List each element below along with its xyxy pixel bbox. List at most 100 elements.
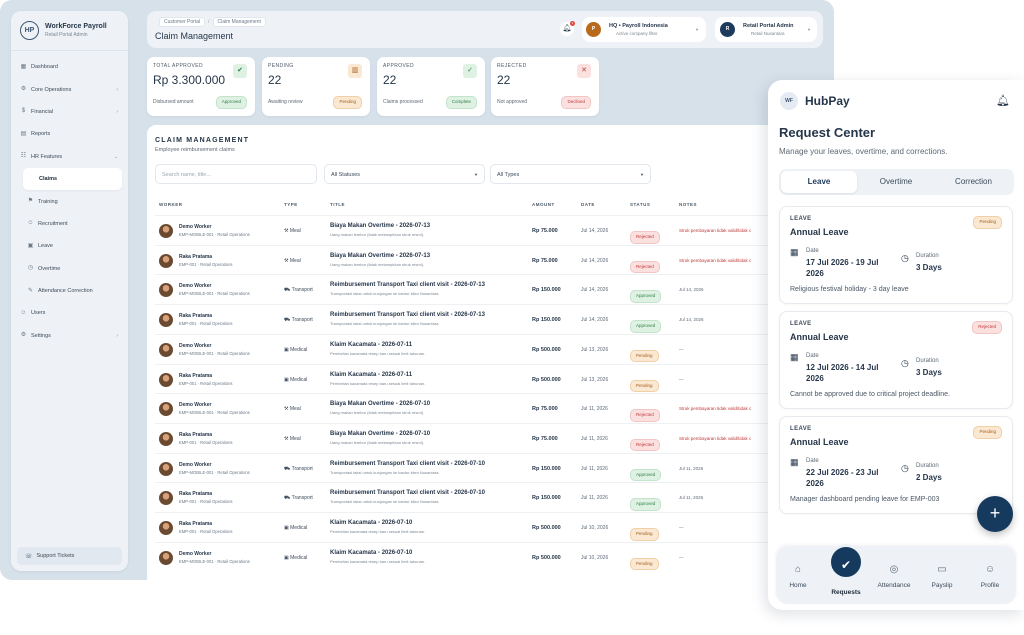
claim-amount: Rp 75.000 <box>532 228 558 234</box>
worker-name: Demo Worker <box>179 283 212 290</box>
search-input[interactable]: Search name, title... <box>155 164 317 184</box>
claim-type-label: Medical <box>290 346 308 353</box>
sidebar-item-claims[interactable]: Claims <box>23 167 122 191</box>
claim-date: Jul 11, 2026 <box>581 495 608 502</box>
date-label: Date <box>806 353 819 359</box>
table-row[interactable]: Demo Worker EMP-MOBILE-001 · Retail Opera… <box>155 452 834 483</box>
bottom-nav-requests[interactable]: ✔ Requests <box>823 544 869 596</box>
sidebar-item-overtime[interactable]: ◷ Overtime <box>11 258 128 280</box>
claim-description: Pembelian kacamata resep baru sesuai lim… <box>330 350 426 356</box>
bottom-nav-label: Attendance <box>877 582 911 589</box>
sidebar-item-label: Recruitment <box>38 220 68 227</box>
table-row[interactable]: Raka Pratama EMP-001 · Retail Operations ⛟… <box>155 304 834 334</box>
medical-icon: ▣ <box>284 554 289 561</box>
table-row[interactable]: Demo Worker EMP-MOBILE-001 · Retail Opera… <box>155 393 834 423</box>
claim-type: ⛟ Transport <box>284 466 313 473</box>
support-tickets-button[interactable]: ☏ Support Tickets <box>17 547 122 565</box>
table-row[interactable]: Raka Pratama EMP-001 · Retail Operations ▣… <box>155 363 834 394</box>
sidebar-item-label: Training <box>38 198 58 205</box>
claim-type: ⚒ Meal <box>284 228 301 234</box>
claim-status: Rejected <box>630 433 660 452</box>
add-request-button[interactable]: + <box>977 496 1013 532</box>
bottom-nav-payslip[interactable]: ▭ Payslip <box>919 564 965 589</box>
table-row[interactable]: Raka Pratama EMP-001 · Retail Operations ⛟… <box>155 482 834 512</box>
chevron-down-icon: ▼ <box>807 27 811 32</box>
claim-date: Jul 13, 2026 <box>581 346 609 353</box>
worker-name: Raka Pratama <box>179 521 213 527</box>
status-badge: Approved <box>630 498 662 511</box>
reports-icon: ▤ <box>20 130 27 137</box>
sidebar: HP WorkForce Payroll Retail Portal Admin… <box>11 11 128 571</box>
claim-status: Pending <box>630 522 659 541</box>
avatar <box>159 521 173 535</box>
claim-notes: Jul 14, 2026 <box>679 317 704 323</box>
request-card[interactable]: LEAVE Annual Leave Pending ▦ Date 22 Jul 2026… <box>779 416 1013 514</box>
check-icon: ✓ <box>463 64 477 78</box>
sidebar-item-leave[interactable]: ▣ Leave <box>11 235 128 257</box>
claim-type: ⛟ Transport <box>284 495 313 502</box>
claim-notes: — <box>679 346 684 352</box>
tab-correction[interactable]: Correction <box>935 171 1012 193</box>
sidebar-item-training[interactable]: ⚑ Training <box>11 190 128 212</box>
bottom-nav-profile[interactable]: ☺ Profile <box>967 564 1013 589</box>
sidebar-brand[interactable]: HP WorkForce Payroll Retail Portal Admin <box>11 11 128 51</box>
table-row[interactable]: Demo Worker EMP-MOBILE-001 · Retail Opera… <box>155 541 834 572</box>
table-row[interactable]: Raka Pratama EMP-001 · Retail Operations ⚒… <box>155 422 834 453</box>
notification-button[interactable]: 🔔︎ 1 <box>560 21 575 36</box>
request-type: Annual Leave <box>790 437 849 447</box>
clock-icon: ◷ <box>901 358 909 368</box>
worker-name: Demo Worker <box>179 224 212 230</box>
hubpay-logo: WF <box>780 92 798 110</box>
table-row[interactable]: Raka Pratama EMP-001 · Retail Operations ▣… <box>155 512 834 542</box>
mobile-header: WF HubPay <box>780 92 850 110</box>
overtime-icon: ◷ <box>27 265 34 272</box>
claim-type-label: Medical <box>290 376 308 383</box>
worker-id: EMP-MOBILE-001 · Retail Operations <box>179 232 250 237</box>
table-row[interactable]: Demo Worker EMP-MOBILE-001 · Retail Opera… <box>155 333 834 364</box>
worker-id: EMP-001 · Retail Operations <box>179 529 233 534</box>
request-card[interactable]: LEAVE Annual Leave Pending ▦ Date 17 Jul 2026… <box>779 206 1013 304</box>
sidebar-item-hr-features[interactable]: ☷ HR Features ⌄ <box>11 146 128 168</box>
claim-type: ▣ Medical <box>284 347 307 353</box>
claim-notes: Struk pembayaran tidak valid/tidak c <box>679 435 752 441</box>
request-card[interactable]: LEAVE Annual Leave Rejected ▦ Date 12 Jul 202… <box>779 311 1013 409</box>
user-menu[interactable]: R Retail Portal Admin Retail Nusantara ▼ <box>715 17 817 42</box>
brand-logo: HP <box>20 21 39 40</box>
calendar-icon: ▦ <box>790 352 799 362</box>
status-filter-select[interactable]: All Statuses ▼ <box>324 164 485 184</box>
sidebar-item-core-operations[interactable]: ⚙ Core Operations › <box>11 78 128 100</box>
sidebar-item-financial[interactable]: $ Financial › <box>11 101 128 123</box>
tab-overtime[interactable]: Overtime <box>858 171 934 193</box>
avatar <box>159 491 173 506</box>
operations-icon: ⚙ <box>20 86 27 93</box>
claim-status: Pending <box>630 552 659 571</box>
breadcrumb-item[interactable]: Customer Portal <box>159 17 206 27</box>
bottom-nav-home[interactable]: ⌂ Home <box>775 564 821 589</box>
sidebar-item-dashboard[interactable]: ▦ Dashboard <box>11 56 128 78</box>
bell-icon[interactable]: 🔔︎ <box>996 94 1010 107</box>
sidebar-item-reports[interactable]: ▤ Reports <box>11 123 128 145</box>
hr-icon: ☷ <box>20 153 27 160</box>
claim-amount: Rp 150.000 <box>532 287 561 294</box>
duration-label: Duration <box>916 463 939 469</box>
worker-name: Demo Worker <box>179 461 212 468</box>
sidebar-item-attendance-correction[interactable]: ✎ Attendance Correction <box>11 280 128 302</box>
calendar-icon: ▦ <box>790 457 799 467</box>
users-icon: ☺ <box>20 309 27 316</box>
sidebar-item-label: Dashboard <box>31 64 58 71</box>
sidebar-item-recruitment[interactable]: ☺ Recruitment <box>11 213 128 235</box>
dashboard-icon: ▦ <box>20 63 27 70</box>
sidebar-item-users[interactable]: ☺ Users <box>11 302 128 324</box>
table-row[interactable]: Demo Worker EMP-MOBILE-001 · Retail Opera… <box>155 274 834 304</box>
sidebar-item-settings[interactable]: ⚙ Settings › <box>11 325 128 347</box>
worker-id: EMP-MOBILE-001 · Retail Operations <box>179 291 250 297</box>
type-filter-select[interactable]: All Types ▼ <box>490 164 651 184</box>
table-row[interactable]: Demo Worker EMP-MOBILE-001 · Retail Opera… <box>155 215 834 245</box>
bottom-nav-attendance[interactable]: ◎ Attendance <box>871 564 917 589</box>
table-row[interactable]: Raka Pratama EMP-001 · Retail Operations ⚒… <box>155 244 834 275</box>
claims-subtitle: Employee reimbursement claims <box>155 147 235 153</box>
company-selector[interactable]: P HQ • Payroll Indonesia Active company … <box>582 17 706 42</box>
breadcrumb-item[interactable]: Claim Management <box>212 17 266 27</box>
tab-leave[interactable]: Leave <box>781 171 857 193</box>
sidebar-item-label: Financial <box>31 108 54 115</box>
